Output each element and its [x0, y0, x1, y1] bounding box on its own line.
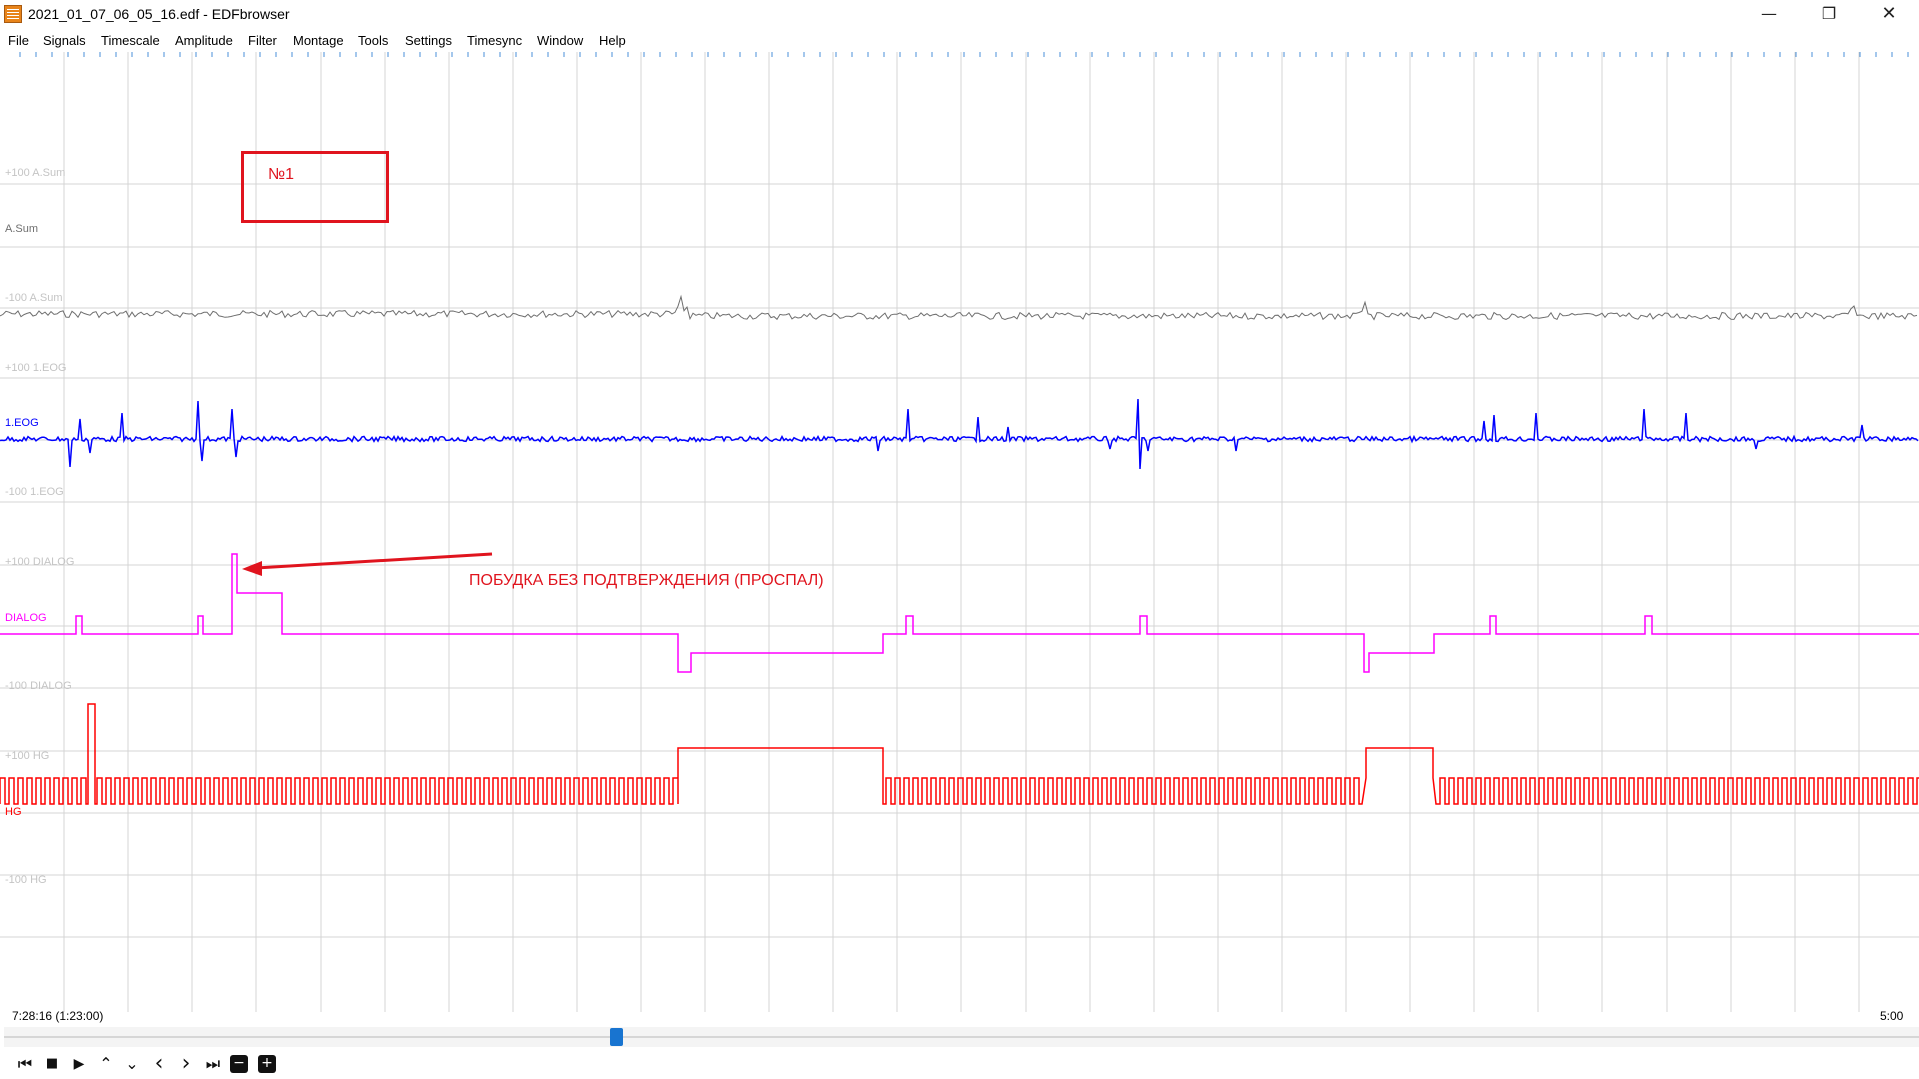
zoom-in-icon[interactable]: + [258, 1055, 276, 1073]
menu-timescale[interactable]: Timescale [101, 33, 160, 48]
menu-settings[interactable]: Settings [405, 33, 452, 48]
timescale-readout: 5:00 [1880, 1009, 1904, 1023]
menu-window[interactable]: Window [537, 33, 583, 48]
dialog-label: DIALOG [5, 612, 47, 624]
dialog-upper-label: +100 DIALOG [5, 556, 75, 568]
annotation-arrow-text: ПОБУДКА БЕЗ ПОДТВЕРЖДЕНИЯ (ПРОСПАЛ) [469, 572, 824, 589]
signal-plot-area[interactable]: +100 A.Sum A.Sum -100 A.Sum +100 1.EOG 1… [0, 52, 1919, 1027]
eog-trace [0, 398, 1919, 470]
navigation-toolbar: ⏮ ■ ▶ ⌃ ⌄ ‹ › ⏭ − + [0, 1049, 1919, 1079]
window-title: 2021_01_07_06_05_16.edf - EDFbrowser [28, 6, 290, 22]
close-button[interactable]: ✕ [1860, 0, 1918, 30]
menu-montage[interactable]: Montage [293, 33, 344, 48]
chevron-up-icon[interactable]: ⌃ [95, 1053, 117, 1075]
annotation-box: №1 [241, 151, 389, 223]
edfbrowser-window: 2021_01_07_06_05_16.edf - EDFbrowser — ❐… [0, 0, 1919, 1079]
stop-icon[interactable]: ■ [41, 1053, 63, 1075]
chevron-right-icon[interactable]: › [175, 1053, 197, 1075]
eog-label: 1.EOG [5, 417, 39, 429]
chevron-down-icon[interactable]: ⌄ [121, 1053, 143, 1075]
menu-help[interactable]: Help [599, 33, 626, 48]
title-bar: 2021_01_07_06_05_16.edf - EDFbrowser — ❐… [0, 0, 1919, 30]
eog-upper-label: +100 1.EOG [5, 362, 67, 374]
chevron-left-icon[interactable]: ‹ [148, 1053, 170, 1075]
scrollbar-track[interactable] [4, 1036, 1919, 1038]
menu-tools[interactable]: Tools [358, 33, 388, 48]
hg-label: HG [5, 806, 22, 818]
hg-lower-label: -100 HG [5, 874, 47, 886]
zoom-out-icon[interactable]: − [230, 1055, 248, 1073]
dialog-lower-label: -100 DIALOG [5, 680, 72, 692]
dialog-trace [0, 553, 1919, 673]
play-icon[interactable]: ▶ [68, 1053, 90, 1075]
hg-trace [0, 703, 1919, 805]
horizontal-scrollbar[interactable] [4, 1027, 1919, 1047]
first-page-icon[interactable]: ⏮ [14, 1053, 36, 1075]
hg-upper-label: +100 HG [5, 750, 50, 762]
asum-label: A.Sum [5, 223, 39, 235]
annotation-box-text: №1 [268, 166, 295, 183]
eog-lower-label: -100 1.EOG [5, 486, 64, 498]
minimize-button[interactable]: — [1740, 0, 1798, 30]
last-page-icon[interactable]: ⏭ [202, 1053, 224, 1075]
menu-signals[interactable]: Signals [43, 33, 86, 48]
asum-upper-label: +100 A.Sum [5, 167, 66, 179]
scrollbar-thumb[interactable] [610, 1028, 623, 1046]
app-icon [4, 5, 22, 23]
annotation-arrow-head [242, 561, 262, 576]
asum-lower-label: -100 A.Sum [5, 292, 63, 304]
restore-button[interactable]: ❐ [1800, 0, 1858, 30]
annotation-arrow-line [255, 552, 493, 570]
menu-amplitude[interactable]: Amplitude [175, 33, 233, 48]
time-start-readout: 7:28:16 (1:23:00) [12, 1009, 104, 1023]
menu-timesync[interactable]: Timesync [467, 33, 522, 48]
menu-bar: File Signals Timescale Amplitude Filter … [0, 30, 1919, 52]
menu-filter[interactable]: Filter [248, 33, 277, 48]
menu-file[interactable]: File [8, 33, 29, 48]
